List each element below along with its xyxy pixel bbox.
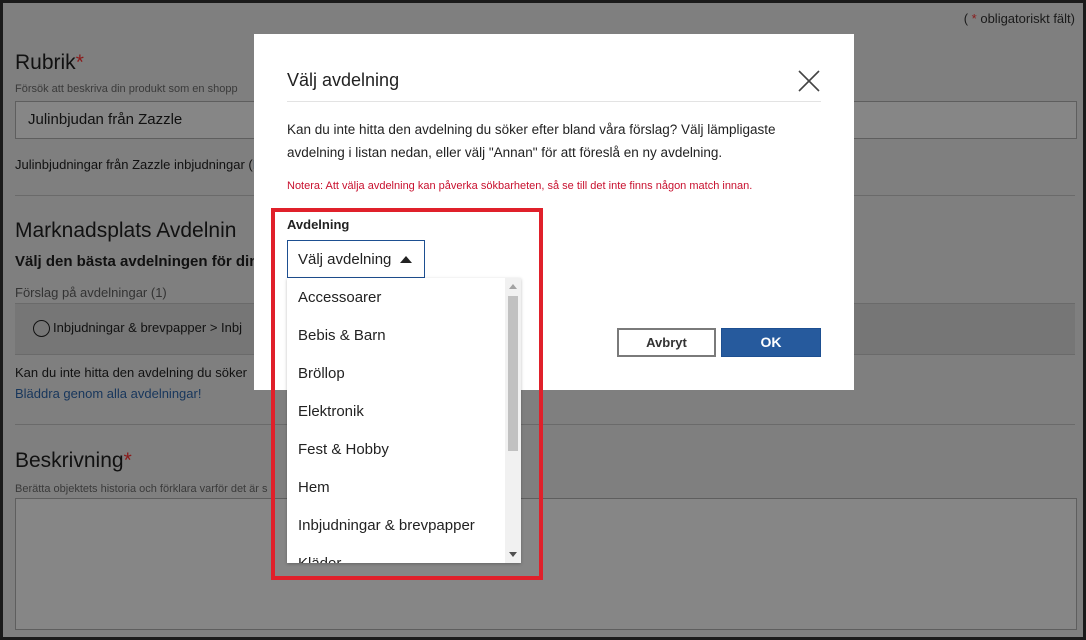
suggestion-label: Inbjudningar & brevpapper > Inbj xyxy=(53,320,242,335)
suggestions-label: Förslag på avdelningar (1) xyxy=(15,285,167,300)
dropdown-option-klader[interactable]: Kläder xyxy=(287,545,505,563)
beskrivning-hint: Berätta objektets historia och förklara … xyxy=(15,483,268,495)
modal-description: Kan du inte hitta den avdelning du söker… xyxy=(287,122,776,160)
rubrik-preview: Julinbjudningar från Zazzle inbjudningar… xyxy=(15,157,269,172)
dropdown-option-hem[interactable]: Hem xyxy=(287,469,505,507)
close-icon[interactable] xyxy=(796,68,822,94)
cancel-button[interactable]: Avbryt xyxy=(617,328,716,357)
modal-note: Notera: Att välja avdelning kan påverka … xyxy=(287,180,753,192)
ok-button[interactable]: OK xyxy=(721,328,821,357)
dropdown-option-inbjudningar[interactable]: Inbjudningar & brevpapper xyxy=(287,507,505,545)
marknadsplats-subtitle: Välj den bästa avdelningen för din xyxy=(15,253,259,270)
rubrik-hint: Försök att beskriva din produkt som en s… xyxy=(15,83,238,95)
scrollbar-thumb[interactable] xyxy=(508,296,518,451)
not-found-text: Kan du inte hitta den avdelning du söker xyxy=(15,365,248,380)
section-divider xyxy=(15,424,1075,425)
beskrivning-textarea[interactable] xyxy=(15,498,1077,630)
scroll-down-icon[interactable] xyxy=(509,552,517,557)
dropdown-option-brollop[interactable]: Bröllop xyxy=(287,355,505,393)
required-fields-note: ( * obligatoriskt fält) xyxy=(963,11,1075,26)
category-dropdown-list[interactable]: Accessoarer Bebis & Barn Bröllop Elektro… xyxy=(287,278,521,563)
scroll-up-icon[interactable] xyxy=(509,284,517,289)
dropdown-option-accessoarer[interactable]: Accessoarer xyxy=(287,279,505,317)
category-select-value: Välj avdelning xyxy=(298,251,392,268)
dropdown-option-fest-hobby[interactable]: Fest & Hobby xyxy=(287,431,505,469)
dropdown-scrollbar[interactable] xyxy=(505,278,521,563)
category-field-label: Avdelning xyxy=(287,217,350,232)
marknadsplats-title: Marknadsplats Avdelnin xyxy=(15,219,237,242)
modal-divider xyxy=(287,101,821,102)
beskrivning-title: Beskrivning* xyxy=(15,449,132,472)
dropdown-option-elektronik[interactable]: Elektronik xyxy=(287,393,505,431)
caret-up-icon xyxy=(400,256,412,263)
browse-all-link[interactable]: Bläddra genom alla avdelningar! xyxy=(15,386,201,401)
radio-button[interactable] xyxy=(33,320,50,337)
modal-title: Välj avdelning xyxy=(287,70,400,90)
category-select[interactable]: Välj avdelning xyxy=(287,240,425,278)
dropdown-options: Accessoarer Bebis & Barn Bröllop Elektro… xyxy=(287,278,505,563)
rubrik-title: Rubrik* xyxy=(15,51,84,74)
dropdown-option-bebis-barn[interactable]: Bebis & Barn xyxy=(287,317,505,355)
